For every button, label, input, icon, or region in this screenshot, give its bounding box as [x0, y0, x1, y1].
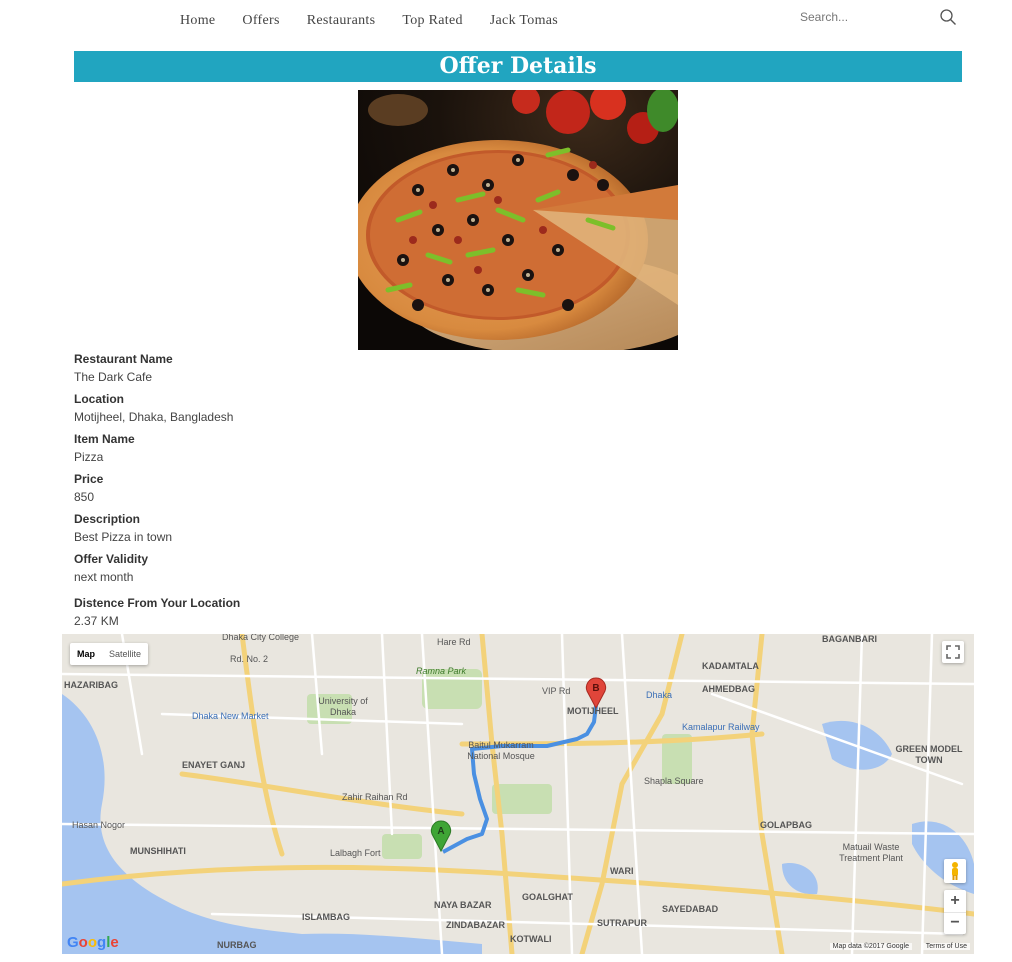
map-canvas[interactable]: A B: [62, 634, 974, 954]
map-type-satellite[interactable]: Satellite: [102, 643, 148, 665]
map-attribution: Map data ©2017 Google: [829, 943, 912, 950]
nav-user-profile[interactable]: Jack Tomas: [490, 13, 558, 29]
offer-image: [358, 90, 678, 350]
detail-label: Item Name: [74, 432, 135, 446]
zoom-in-button[interactable]: +: [944, 890, 966, 912]
offer-details-banner: Offer Details: [74, 51, 962, 82]
map-label: GREEN MODEL TOWN: [895, 744, 963, 765]
map-label: Matuail Waste Treatment Plant: [839, 842, 903, 863]
map-label: BAGANBARI: [822, 634, 877, 644]
detail-price: Price 850: [74, 472, 103, 504]
route-map[interactable]: A B Dhaka City College Hare Rd BAGANBARI…: [62, 634, 974, 954]
fullscreen-icon: [946, 645, 960, 659]
map-label: Zahir Raihan Rd: [342, 792, 408, 802]
map-label: Kamalapur Railway: [682, 722, 760, 732]
detail-value: 2.37 KM: [74, 614, 119, 628]
map-label: Hasan Nogor: [72, 820, 126, 830]
detail-label: Distence From Your Location: [74, 596, 241, 610]
google-logo: Google: [67, 934, 119, 951]
map-label: Baitul Mukarram National Mosque: [467, 740, 535, 761]
nav-restaurants[interactable]: Restaurants: [307, 13, 376, 29]
search-box: [800, 8, 960, 30]
map-label: Lalbagh Fort: [330, 848, 381, 858]
map-type-toggle: Map Satellite: [70, 643, 149, 665]
map-label: KOTWALI: [510, 934, 552, 944]
nav-links: Home Offers Restaurants Top Rated Jack T…: [180, 13, 585, 29]
top-navbar: Home Offers Restaurants Top Rated Jack T…: [0, 0, 1012, 44]
detail-label: Description: [74, 512, 141, 526]
detail-distance: Distence From Your Location 2.37 KM: [74, 596, 240, 628]
nav-offers[interactable]: Offers: [242, 13, 279, 29]
detail-value: 850: [74, 490, 95, 504]
marker-b-label: B: [592, 683, 599, 694]
page-title: Offer Details: [439, 53, 597, 79]
marker-a-label: A: [437, 826, 444, 837]
map-type-map[interactable]: Map: [70, 643, 102, 665]
map-label: Dhaka: [646, 690, 673, 700]
map-label: ENAYET GANJ: [182, 760, 246, 770]
map-label: WARI: [610, 866, 634, 876]
detail-label: Offer Validity: [74, 552, 149, 566]
map-label: Rd. No. 2: [230, 654, 269, 664]
detail-location: Location Motijheel, Dhaka, Bangladesh: [74, 392, 233, 424]
map-label: SUTRAPUR: [597, 918, 648, 928]
map-label: Hare Rd: [437, 637, 471, 647]
nav-top-rated[interactable]: Top Rated: [402, 13, 462, 29]
street-view-button[interactable]: [944, 859, 966, 883]
detail-value: Pizza: [74, 450, 104, 464]
map-label: HAZARIBAG: [64, 680, 118, 690]
map-label: GOALGHAT: [522, 892, 573, 902]
map-label: AHMEDBAG: [702, 684, 755, 694]
detail-label: Restaurant Name: [74, 352, 173, 366]
map-label: Ramna Park: [416, 666, 467, 676]
map-label: VIP Rd: [542, 686, 571, 696]
map-label: GOLAPBAG: [760, 820, 813, 830]
pizza-image: [358, 90, 678, 350]
detail-label: Price: [74, 472, 104, 486]
map-label: Dhaka City College: [222, 634, 300, 642]
map-label: ZINDABAZAR: [446, 920, 505, 930]
fullscreen-button[interactable]: [942, 641, 964, 663]
map-label: Shapla Square: [644, 776, 704, 786]
terms-of-use-link[interactable]: Terms of Use: [922, 943, 970, 950]
map-label: NAYA BAZAR: [434, 900, 492, 910]
map-label: NURBAG: [217, 940, 257, 950]
map-label: SAYEDABAD: [662, 904, 719, 914]
detail-value: The Dark Cafe: [74, 370, 153, 384]
detail-value: Motijheel, Dhaka, Bangladesh: [74, 410, 234, 424]
search-input[interactable]: [800, 8, 930, 26]
search-icon[interactable]: [939, 8, 957, 26]
detail-offer-validity: Offer Validity next month: [74, 552, 148, 584]
detail-value: Best Pizza in town: [74, 530, 173, 544]
zoom-control: + −: [944, 890, 966, 934]
zoom-out-button[interactable]: −: [944, 912, 966, 934]
map-label: MUNSHIHATI: [130, 846, 186, 856]
nav-home[interactable]: Home: [180, 13, 215, 29]
detail-description: Description Best Pizza in town: [74, 512, 172, 544]
map-label: MOTIJHEEL: [567, 706, 619, 716]
detail-label: Location: [74, 392, 124, 406]
pegman-icon: [952, 862, 958, 880]
map-label: KADAMTALA: [702, 661, 759, 671]
detail-value: next month: [74, 570, 134, 584]
map-label: Dhaka New Market: [192, 711, 269, 721]
map-label: University of Dhaka: [318, 696, 368, 717]
map-label: ISLAMBAG: [302, 912, 350, 922]
detail-restaurant-name: Restaurant Name The Dark Cafe: [74, 352, 173, 384]
detail-item-name: Item Name Pizza: [74, 432, 135, 464]
